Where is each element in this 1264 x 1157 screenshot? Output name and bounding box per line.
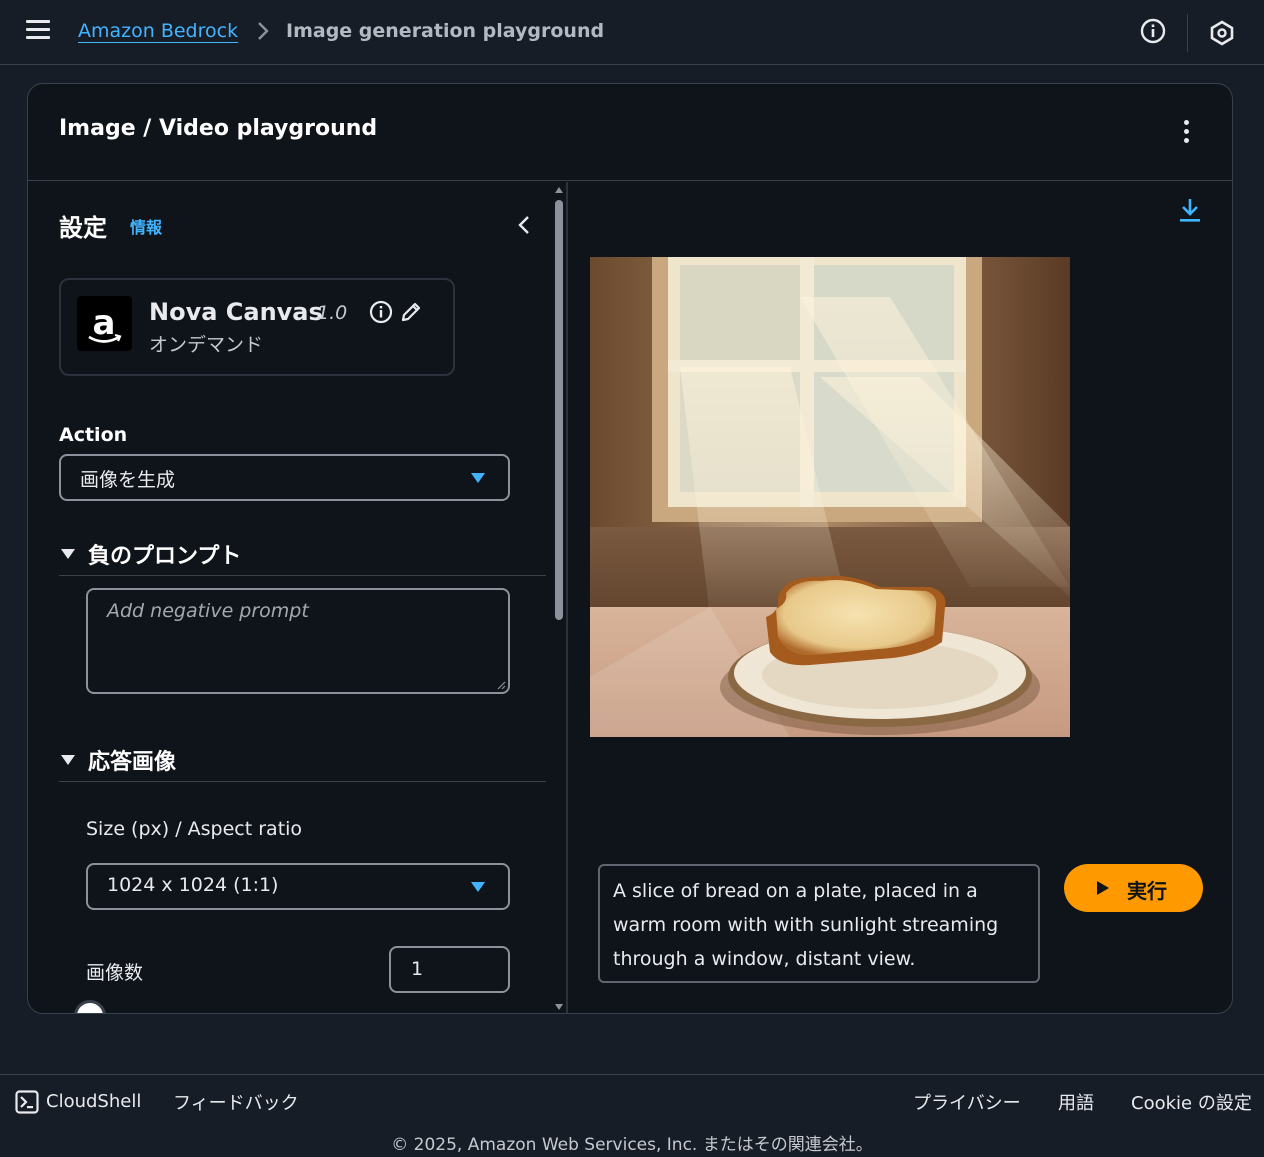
action-label: Action [59, 424, 128, 446]
footer: CloudShell フィードバック プライバシー 用語 Cookie の設定 … [0, 1074, 1264, 1157]
cloudshell-icon[interactable] [15, 1090, 39, 1114]
generated-image[interactable] [590, 257, 1070, 737]
top-navigation: Amazon Bedrock Image generation playgrou… [0, 0, 1264, 65]
size-label: Size (px) / Aspect ratio [86, 818, 303, 840]
terms-link[interactable]: 用語 [1058, 1089, 1094, 1115]
breadcrumb-link-bedrock[interactable]: Amazon Bedrock [78, 20, 238, 42]
caret-down-icon [471, 882, 485, 892]
image-count-label: 画像数 [86, 962, 144, 984]
settings-scrollbar[interactable] [552, 182, 566, 1013]
negative-prompt-section-title: 負のプロンプト [88, 544, 242, 569]
model-name: Nova Canvas [149, 298, 323, 326]
settings-panel: 設定 情報 a Nova Canvas 1.0 オンデマンド Action 画像… [28, 182, 568, 1013]
chevron-right-icon [258, 22, 269, 40]
triangle-down-icon [61, 755, 75, 765]
size-select-value: 1024 x 1024 (1:1) [107, 874, 279, 896]
info-icon[interactable] [369, 300, 393, 324]
negative-prompt-placeholder: Add negative prompt [107, 600, 309, 622]
model-mode: オンデマンド [149, 334, 264, 356]
edit-icon[interactable] [399, 300, 423, 324]
kebab-icon[interactable] [1182, 120, 1190, 146]
image-count-input[interactable]: 1 [389, 946, 510, 993]
container-header: Image / Video playground [28, 84, 1232, 181]
scroll-up-icon[interactable] [554, 186, 564, 194]
triangle-down-icon [61, 549, 75, 559]
model-card: a Nova Canvas 1.0 オンデマンド [59, 278, 455, 376]
settings-icon[interactable] [1209, 20, 1235, 46]
action-select-value: 画像を生成 [80, 469, 176, 491]
slider-handle[interactable] [74, 1000, 106, 1013]
menu-icon[interactable] [26, 20, 50, 40]
prompt-input[interactable]: A slice of bread on a plate, placed in a… [598, 864, 1040, 983]
play-icon [1097, 881, 1109, 895]
action-select[interactable]: 画像を生成 [59, 454, 510, 501]
size-select[interactable]: 1024 x 1024 (1:1) [86, 863, 510, 910]
response-image-section-toggle[interactable]: 応答画像 [59, 742, 546, 782]
scroll-down-icon[interactable] [554, 1003, 564, 1011]
scrollbar-thumb[interactable] [555, 200, 563, 620]
resize-grip-icon[interactable] [496, 680, 506, 690]
playground-container: Image / Video playground 設定 情報 a Nova Ca… [27, 83, 1233, 1014]
cookie-settings-link[interactable]: Cookie の設定 [1131, 1089, 1252, 1115]
negative-prompt-input[interactable]: Add negative prompt [86, 588, 510, 694]
run-button[interactable]: 実行 [1064, 864, 1203, 912]
chevron-left-icon[interactable] [516, 214, 532, 236]
divider [1187, 14, 1188, 52]
download-icon[interactable] [1178, 196, 1202, 224]
copyright-text: © 2025, Amazon Web Services, Inc. またはその関… [391, 1135, 873, 1155]
settings-title: 設定 [59, 214, 107, 242]
prompt-text: A slice of bread on a plate, placed in a… [613, 880, 999, 970]
page-title: Image / Video playground [59, 116, 378, 141]
caret-down-icon [471, 473, 485, 483]
panel-divider[interactable] [566, 182, 568, 1013]
settings-info-link[interactable]: 情報 [130, 214, 162, 238]
amazon-logo: a [77, 296, 132, 351]
breadcrumb-current: Image generation playground [286, 20, 605, 42]
image-count-value: 1 [411, 958, 424, 980]
response-image-section-title: 応答画像 [88, 750, 177, 775]
info-icon[interactable] [1140, 18, 1166, 44]
feedback-link[interactable]: フィードバック [173, 1089, 299, 1115]
svg-text:a: a [93, 303, 116, 343]
model-version: 1.0 [317, 302, 348, 324]
privacy-link[interactable]: プライバシー [913, 1089, 1021, 1115]
run-button-label: 実行 [1127, 879, 1167, 903]
negative-prompt-section-toggle[interactable]: 負のプロンプト [59, 536, 546, 576]
cloudshell-link[interactable]: CloudShell [46, 1091, 141, 1112]
